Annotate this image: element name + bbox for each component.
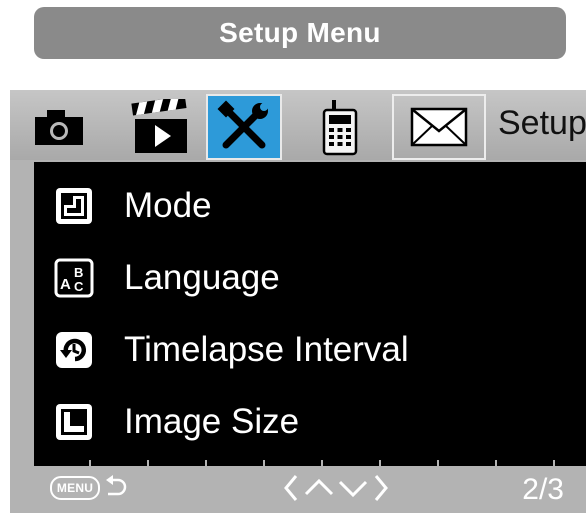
tab-setup[interactable] [206, 94, 282, 160]
camera-icon [35, 110, 83, 145]
settings-list: Mode A B C Language Timelapse Interval I… [34, 162, 586, 460]
language-icon: A B C [54, 258, 94, 298]
tab-bar: Setup [10, 90, 586, 160]
tools-icon [217, 100, 268, 149]
camera-screen: Setup Mode A B C Language Timelapse Inte… [10, 90, 586, 513]
envelope-icon [410, 107, 468, 147]
tab-message[interactable] [392, 94, 486, 160]
tab-cellular[interactable] [310, 94, 370, 160]
svg-text:B: B [74, 265, 83, 280]
list-item-mode[interactable]: Mode [34, 170, 586, 242]
active-tab-label: Setup [498, 103, 586, 142]
tab-video[interactable] [118, 94, 202, 160]
back-arrow-icon[interactable] [104, 474, 128, 500]
list-item-label: Image Size [124, 402, 300, 441]
page-indicator: 2/3 [522, 473, 564, 506]
list-item-label: Language [124, 258, 280, 297]
list-item-label: Mode [124, 186, 212, 225]
list-item-timelapse-interval[interactable]: Timelapse Interval [34, 314, 586, 386]
list-item-label: Timelapse Interval [124, 330, 409, 369]
navigation-arrows[interactable] [282, 472, 392, 509]
timelapse-icon [56, 332, 92, 368]
menu-button[interactable]: MENU [50, 476, 100, 500]
chevron-right-icon[interactable] [374, 475, 388, 501]
mode-icon [56, 188, 92, 224]
list-item-language[interactable]: A B C Language [34, 242, 586, 314]
chevron-left-icon[interactable] [284, 475, 298, 501]
svg-text:A: A [60, 276, 71, 293]
list-item-image-size[interactable]: Image Size [34, 386, 586, 458]
chevron-down-icon[interactable] [338, 480, 368, 498]
chevron-up-icon[interactable] [304, 478, 334, 496]
page-title: Setup Menu [34, 7, 566, 59]
footer-bar: MENU 2/3 [10, 466, 586, 513]
image-size-icon [56, 404, 92, 440]
video-clapper-icon [131, 99, 187, 153]
tab-camera[interactable] [24, 94, 94, 160]
svg-text:C: C [74, 279, 84, 294]
cellular-device-icon [322, 100, 358, 156]
